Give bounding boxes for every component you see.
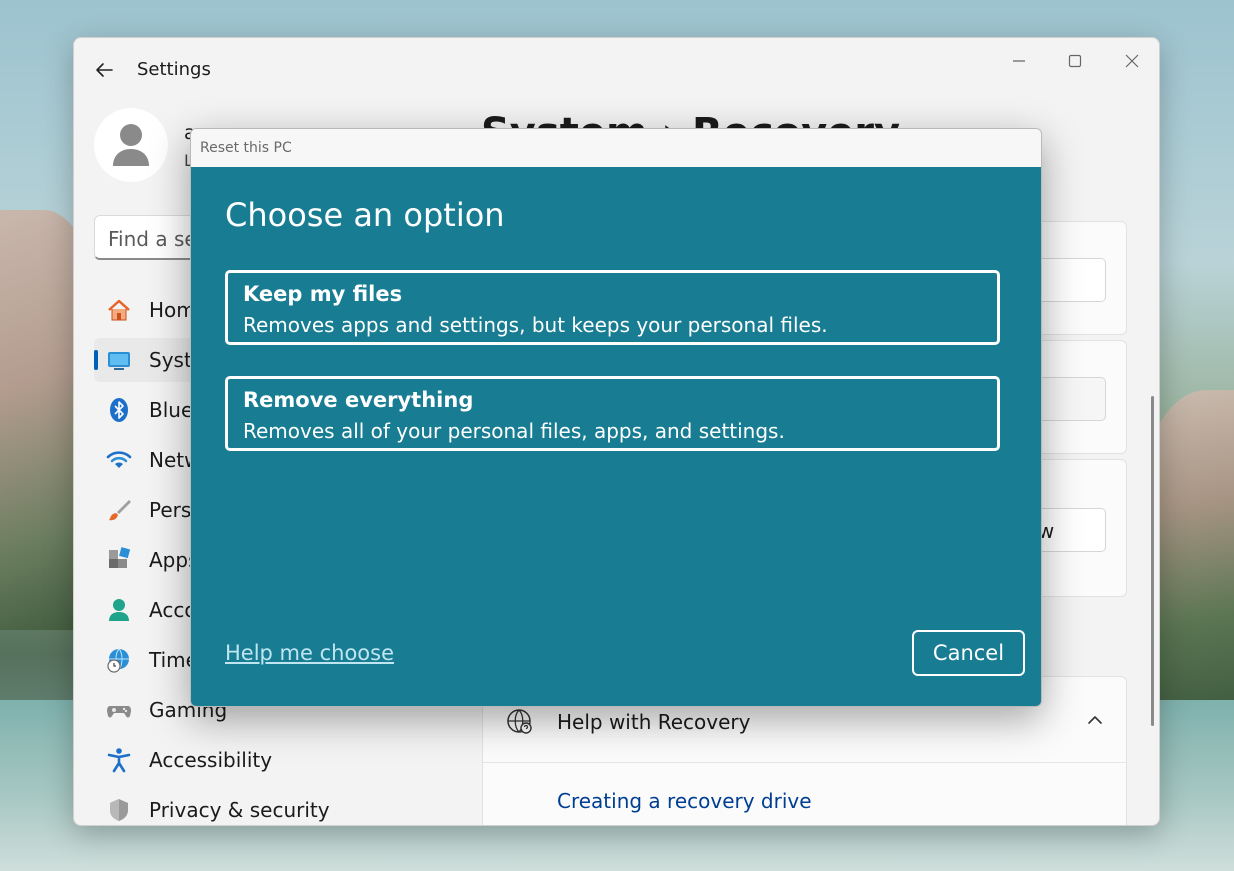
title-bar: Settings [74,38,1159,100]
dialog-body: Choose an option Keep my files Removes a… [191,167,1041,706]
close-icon [1125,54,1139,68]
account-icon [109,599,129,621]
chevron-up-icon[interactable] [1086,711,1104,729]
accessibility-icon [107,748,131,773]
help-card-title: Help with Recovery [557,710,751,734]
back-button[interactable] [92,58,116,82]
option-description: Removes all of your personal files, apps… [243,419,785,443]
shield-icon [110,799,128,821]
remove-everything-option[interactable]: Remove everything Removes all of your pe… [225,376,1000,451]
cancel-button[interactable]: Cancel [912,630,1025,676]
bluetooth-icon [110,398,128,422]
time-globe-icon [107,648,129,673]
sidebar-item-label: Privacy & security [149,798,330,822]
wifi-icon [106,451,132,468]
app-title: Settings [137,59,211,80]
home-icon [108,299,130,321]
active-indicator [94,350,98,370]
scrollbar[interactable] [1151,396,1154,726]
dialog-title: Reset this PC [200,140,292,156]
recovery-drive-link[interactable]: Creating a recovery drive [557,789,812,813]
user-silhouette-icon [113,124,149,166]
minimize-icon [1013,60,1025,62]
option-title: Keep my files [243,282,403,306]
sidebar-item-label: Accessibility [149,748,273,772]
search-placeholder: Find a se [108,227,197,251]
option-title: Remove everything [243,388,474,412]
sidebar-item-accessibility[interactable]: Accessibility [94,738,454,782]
apps-icon [109,547,131,568]
reset-pc-dialog: Reset this PC Choose an option Keep my f… [190,128,1042,707]
keep-my-files-option[interactable]: Keep my files Removes apps and settings,… [225,270,1000,345]
sidebar-item-label: Hom [149,298,196,322]
sidebar-item-privacy-security[interactable]: Privacy & security [94,788,454,825]
gamepad-icon [107,706,131,718]
help-me-choose-link[interactable]: Help me choose [225,641,394,665]
close-button[interactable] [1112,46,1152,76]
system-icon [108,352,130,370]
option-description: Removes apps and settings, but keeps you… [243,313,828,337]
globe-help-icon [507,709,532,734]
brush-icon [109,500,131,521]
dialog-title-bar: Reset this PC [191,129,1041,167]
maximize-button[interactable] [1055,46,1095,76]
dialog-heading: Choose an option [225,196,505,234]
back-arrow-icon [96,63,113,77]
avatar[interactable] [94,108,168,182]
maximize-icon [1068,54,1082,68]
minimize-button[interactable] [999,46,1039,76]
